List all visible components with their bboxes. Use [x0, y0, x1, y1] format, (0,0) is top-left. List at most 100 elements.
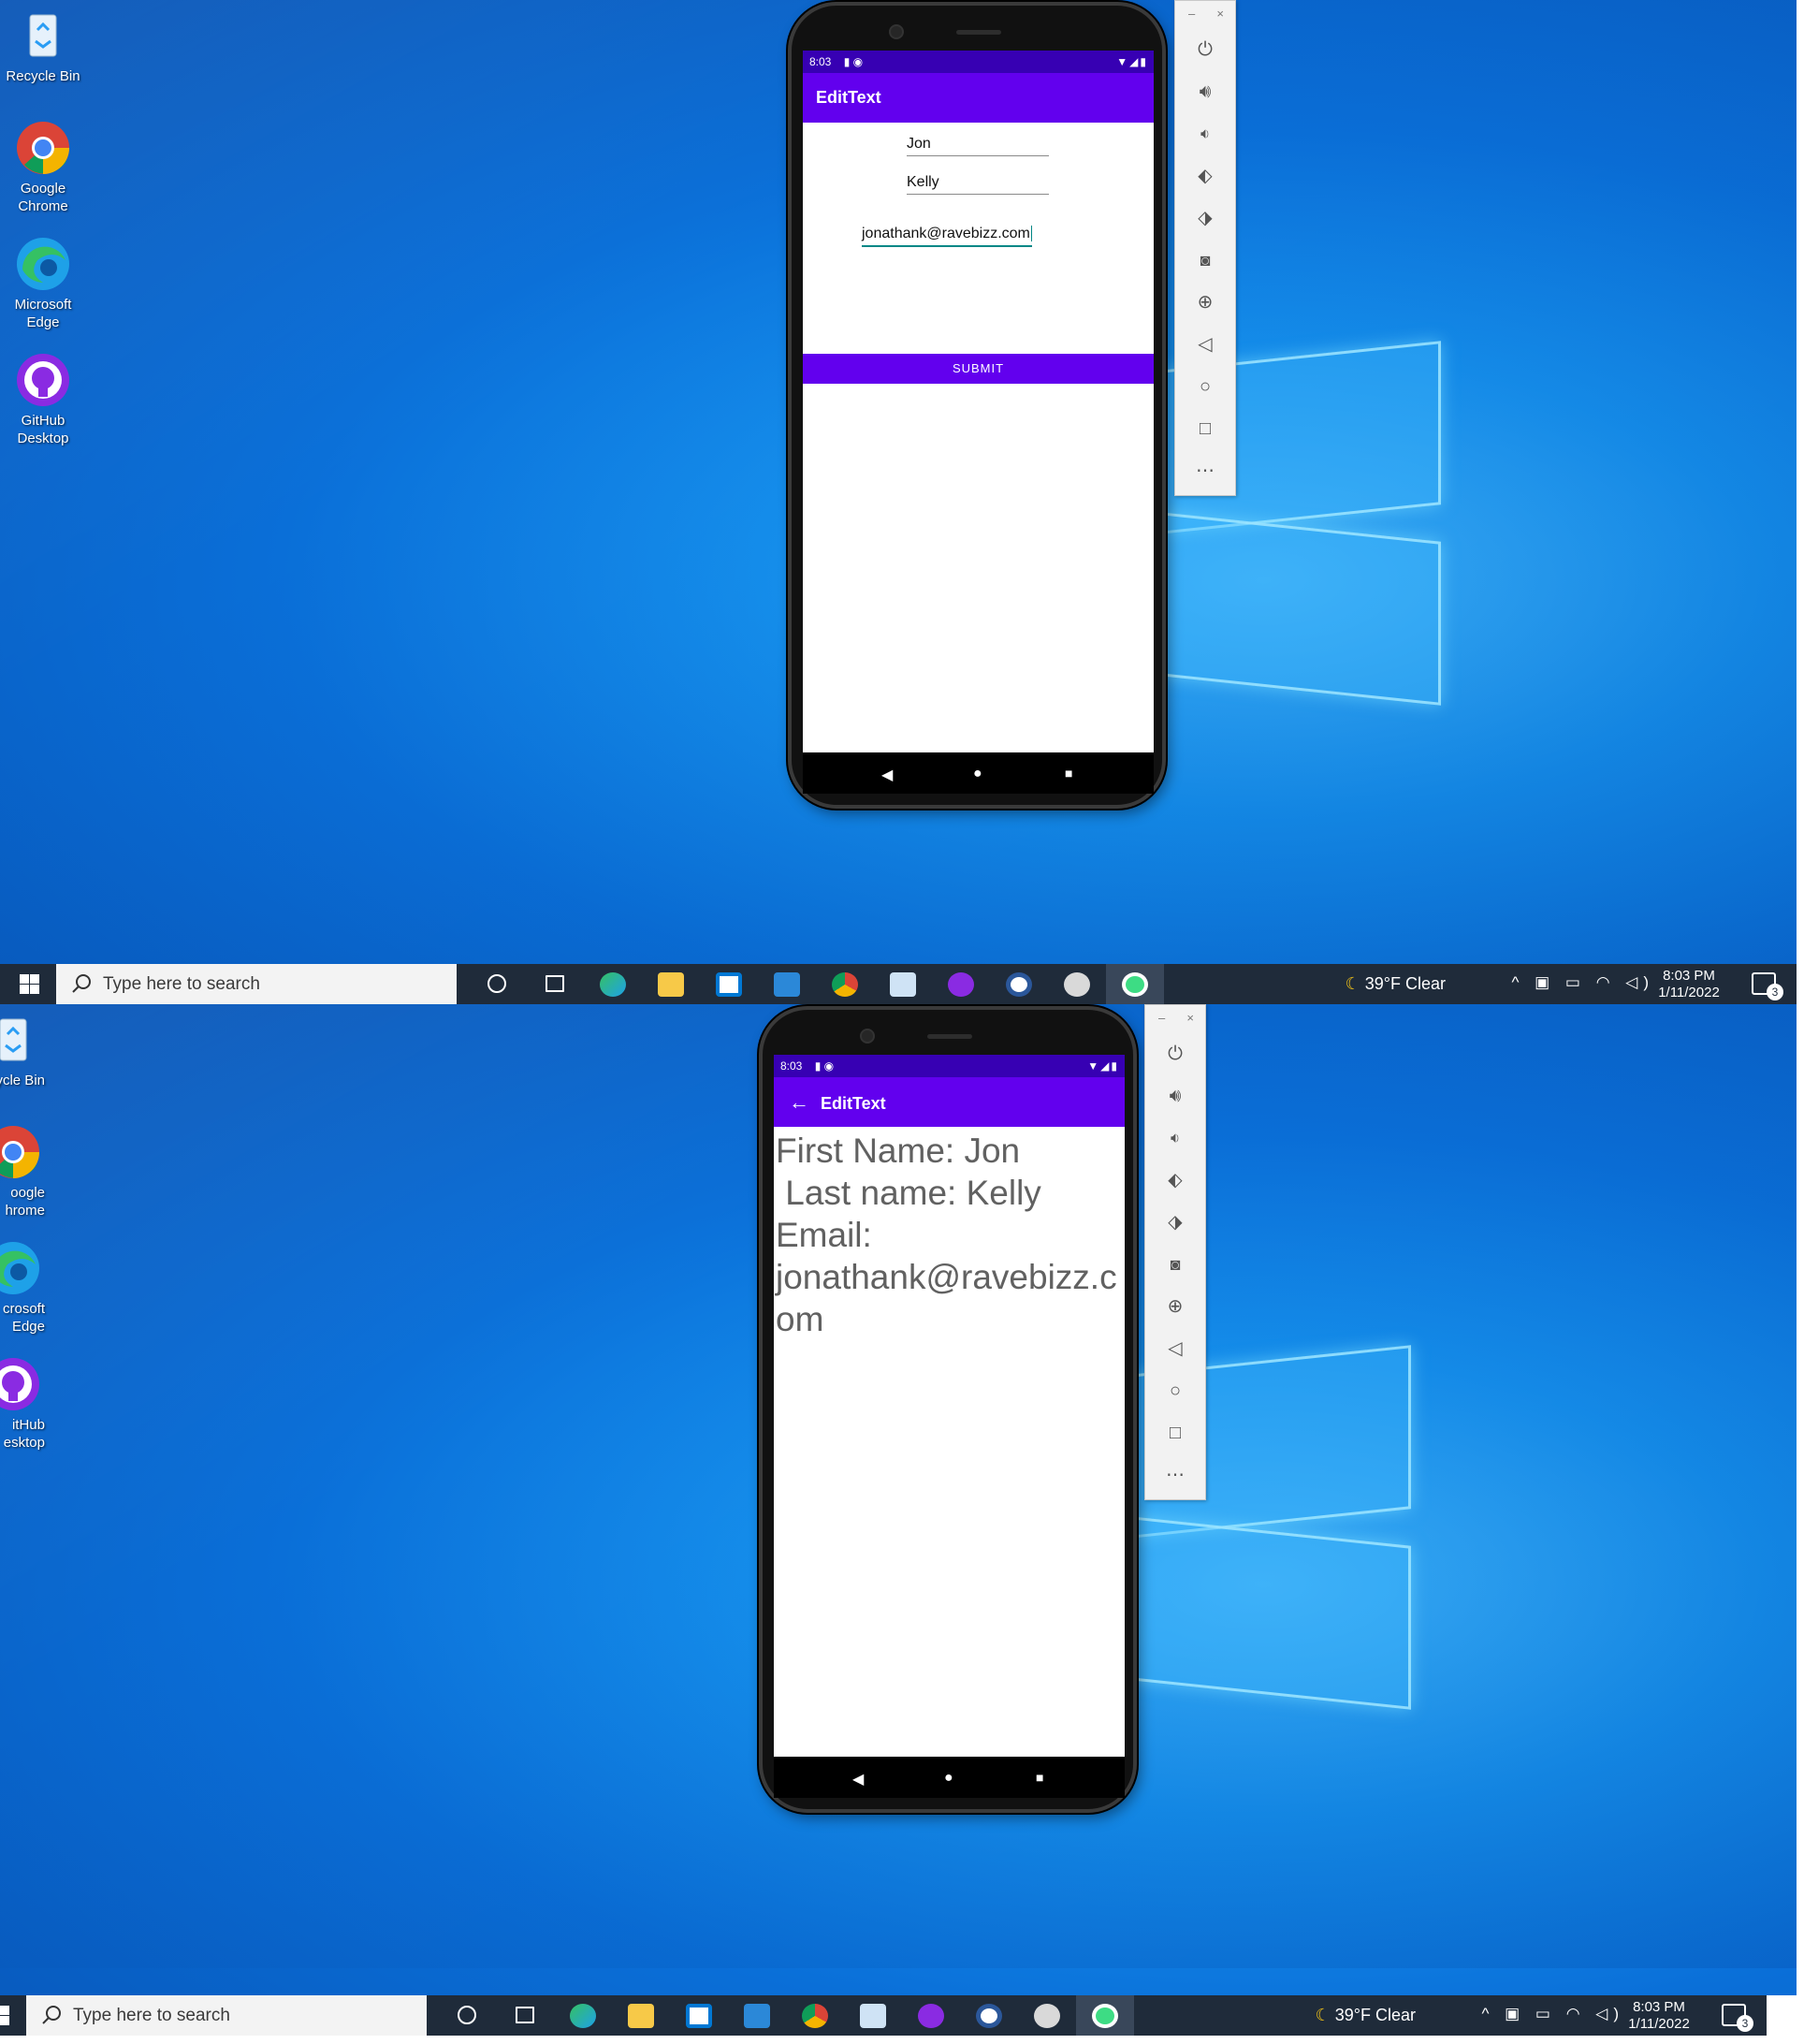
nav-bar: ◀ ● ■	[803, 752, 1154, 794]
weather-widget[interactable]: ☾ 39°F Clear	[1346, 974, 1446, 994]
task-view-icon[interactable]	[526, 964, 584, 1004]
desktop-icon-recycle-bin[interactable]: Recycle Bin	[0, 7, 88, 85]
home-icon[interactable]: ○	[1145, 1370, 1205, 1412]
power-icon[interactable]: ⏻	[1175, 29, 1235, 71]
search-icon	[72, 974, 91, 993]
desktop-icon-github[interactable]: itHub esktop	[0, 1356, 58, 1452]
earpiece	[927, 1034, 972, 1039]
volume-up-icon[interactable]: 🔊︎	[1175, 71, 1235, 113]
nav-back-icon[interactable]: ◀	[852, 1770, 864, 1788]
notification-icon[interactable]: 3	[1752, 972, 1783, 1000]
phone-screen: 8:03 ▮ ◉ ▼◢▮ EditText Jon Kelly jonathan…	[803, 51, 1154, 752]
power-icon[interactable]: ⏻	[1145, 1033, 1205, 1075]
camera-icon[interactable]: ◙	[1145, 1244, 1205, 1286]
first-name-value: Jon	[907, 136, 931, 152]
emulator-toolbar: – × ⏻ 🔊︎ 🔉︎ ⬖ ⬗ ◙ ⊕ ◁ ○ □ ⋯	[1144, 1004, 1206, 1500]
close-icon[interactable]: ×	[1186, 1011, 1194, 1025]
start-button[interactable]	[0, 964, 54, 1004]
back-arrow-icon[interactable]: ←	[787, 1077, 821, 1127]
desktop-icon-edge[interactable]: Microsoft Edge	[0, 236, 88, 331]
desktop-icon-label: Microsoft Edge	[14, 297, 72, 330]
edge-icon[interactable]	[584, 964, 642, 1004]
desktop-icon-github[interactable]: GitHub Desktop	[0, 352, 88, 447]
overview-icon[interactable]: □	[1175, 408, 1235, 450]
status-time: 8:03	[780, 1059, 803, 1073]
notification-icon[interactable]: 3	[1722, 2004, 1753, 2032]
desktop-icon-edge[interactable]: crosoft Edge	[0, 1240, 58, 1336]
store-icon[interactable]	[670, 1995, 728, 2036]
phone-screen: 8:03 ▮ ◉ ▼◢▮ ← EditText First Name: Jon L…	[774, 1055, 1125, 1757]
cortana-icon[interactable]	[438, 1995, 496, 2036]
taskbar: Type here to search ☾ 39°F Clear ^ ▣ ▭ ◠…	[0, 964, 1797, 1004]
search-placeholder: Type here to search	[73, 2006, 230, 2025]
back-icon[interactable]: ◁	[1145, 1328, 1205, 1370]
rotate-left-icon[interactable]: ⬖	[1145, 1160, 1205, 1202]
file-explorer-icon[interactable]	[612, 1995, 670, 2036]
zoom-icon[interactable]: ⊕	[1175, 282, 1235, 324]
desktop-icon-chrome[interactable]: oogle hrome	[0, 1124, 58, 1219]
camera-icon[interactable]: ◙	[1175, 240, 1235, 282]
notification-count: 3	[1767, 984, 1783, 1000]
chrome-icon[interactable]	[786, 1995, 844, 2036]
notification-count: 3	[1737, 2015, 1753, 2032]
zoom-icon[interactable]: ⊕	[1145, 1286, 1205, 1328]
weather-widget[interactable]: ☾ 39°F Clear	[1316, 2006, 1416, 2025]
desktop-icon-label: GitHub Desktop	[17, 413, 69, 446]
desktop-icon-label: oogle hrome	[5, 1185, 45, 1219]
chrome-icon[interactable]	[816, 964, 874, 1004]
back-icon[interactable]: ◁	[1175, 324, 1235, 366]
overview-icon[interactable]: □	[1145, 1412, 1205, 1454]
clock[interactable]: 8:03 PM 1/11/2022	[1617, 1999, 1701, 2033]
taskbar-search[interactable]: Type here to search	[56, 964, 457, 1004]
tray-icons[interactable]: ^ ▣ ▭ ◠ ◁)	[1481, 2005, 1624, 2023]
submit-label: SUBMIT	[952, 361, 1005, 375]
edge-icon[interactable]	[554, 1995, 612, 2036]
photos-icon[interactable]	[874, 964, 932, 1004]
desktop-icon-chrome[interactable]: Google Chrome	[0, 120, 88, 215]
start-button[interactable]	[0, 1995, 24, 2036]
rotate-right-icon[interactable]: ⬗	[1145, 1202, 1205, 1244]
clock-time: 8:03 PM	[1633, 1999, 1685, 2015]
mail-icon[interactable]	[728, 1995, 786, 2036]
status-icons: ▼◢▮	[1116, 55, 1148, 68]
camera-lens	[860, 1029, 875, 1044]
rotate-left-icon[interactable]: ⬖	[1175, 155, 1235, 197]
submit-button[interactable]: SUBMIT	[803, 354, 1154, 384]
rotate-right-icon[interactable]: ⬗	[1175, 197, 1235, 240]
system-tray: ☾ 39°F Clear ^ ▣ ▭ ◠ ◁) 8:03 PM 1/11/202…	[954, 964, 1797, 1004]
mail-icon[interactable]	[758, 964, 816, 1004]
taskbar-search[interactable]: Type here to search	[26, 1995, 427, 2036]
app-bar: ← EditText	[774, 1077, 1125, 1127]
desktop: Recycle Bin Google Chrome Microsoft Edge G…	[0, 0, 1797, 964]
last-name-field[interactable]: Kelly	[907, 174, 1049, 195]
nav-overview-icon[interactable]: ■	[1036, 1770, 1043, 1785]
email-field[interactable]: jonathank@ravebizz.com	[862, 226, 1032, 247]
first-name-field[interactable]: Jon	[907, 136, 1049, 156]
email-value: jonathank@ravebizz.com	[862, 226, 1030, 241]
nav-home-icon[interactable]: ●	[944, 1770, 953, 1787]
volume-up-icon[interactable]: 🔊︎	[1145, 1075, 1205, 1117]
photos-icon[interactable]	[844, 1995, 902, 2036]
tray-icons[interactable]: ^ ▣ ▭ ◠ ◁)	[1511, 973, 1654, 992]
weather-text: 39°F Clear	[1334, 2006, 1416, 2024]
volume-down-icon[interactable]: 🔉︎	[1175, 113, 1235, 155]
nav-overview-icon[interactable]: ■	[1065, 766, 1072, 781]
home-icon[interactable]: ○	[1175, 366, 1235, 408]
cortana-icon[interactable]	[468, 964, 526, 1004]
minimize-icon[interactable]: –	[1158, 1011, 1165, 1025]
minimize-icon[interactable]: –	[1188, 7, 1195, 21]
close-icon[interactable]: ×	[1216, 7, 1224, 21]
desktop-icon-recycle-bin[interactable]: ycle Bin	[0, 1012, 58, 1089]
store-icon[interactable]	[700, 964, 758, 1004]
search-icon	[42, 2006, 61, 2024]
clock[interactable]: 8:03 PM 1/11/2022	[1647, 968, 1731, 1001]
task-view-icon[interactable]	[496, 1995, 554, 2036]
volume-down-icon[interactable]: 🔉︎	[1145, 1117, 1205, 1160]
more-icon[interactable]: ⋯	[1145, 1454, 1205, 1496]
more-icon[interactable]: ⋯	[1175, 450, 1235, 492]
github-desktop-icon	[0, 1356, 41, 1412]
file-explorer-icon[interactable]	[642, 964, 700, 1004]
nav-home-icon[interactable]: ●	[973, 766, 982, 782]
nav-back-icon[interactable]: ◀	[881, 766, 893, 784]
app-title: EditText	[821, 1094, 886, 1113]
